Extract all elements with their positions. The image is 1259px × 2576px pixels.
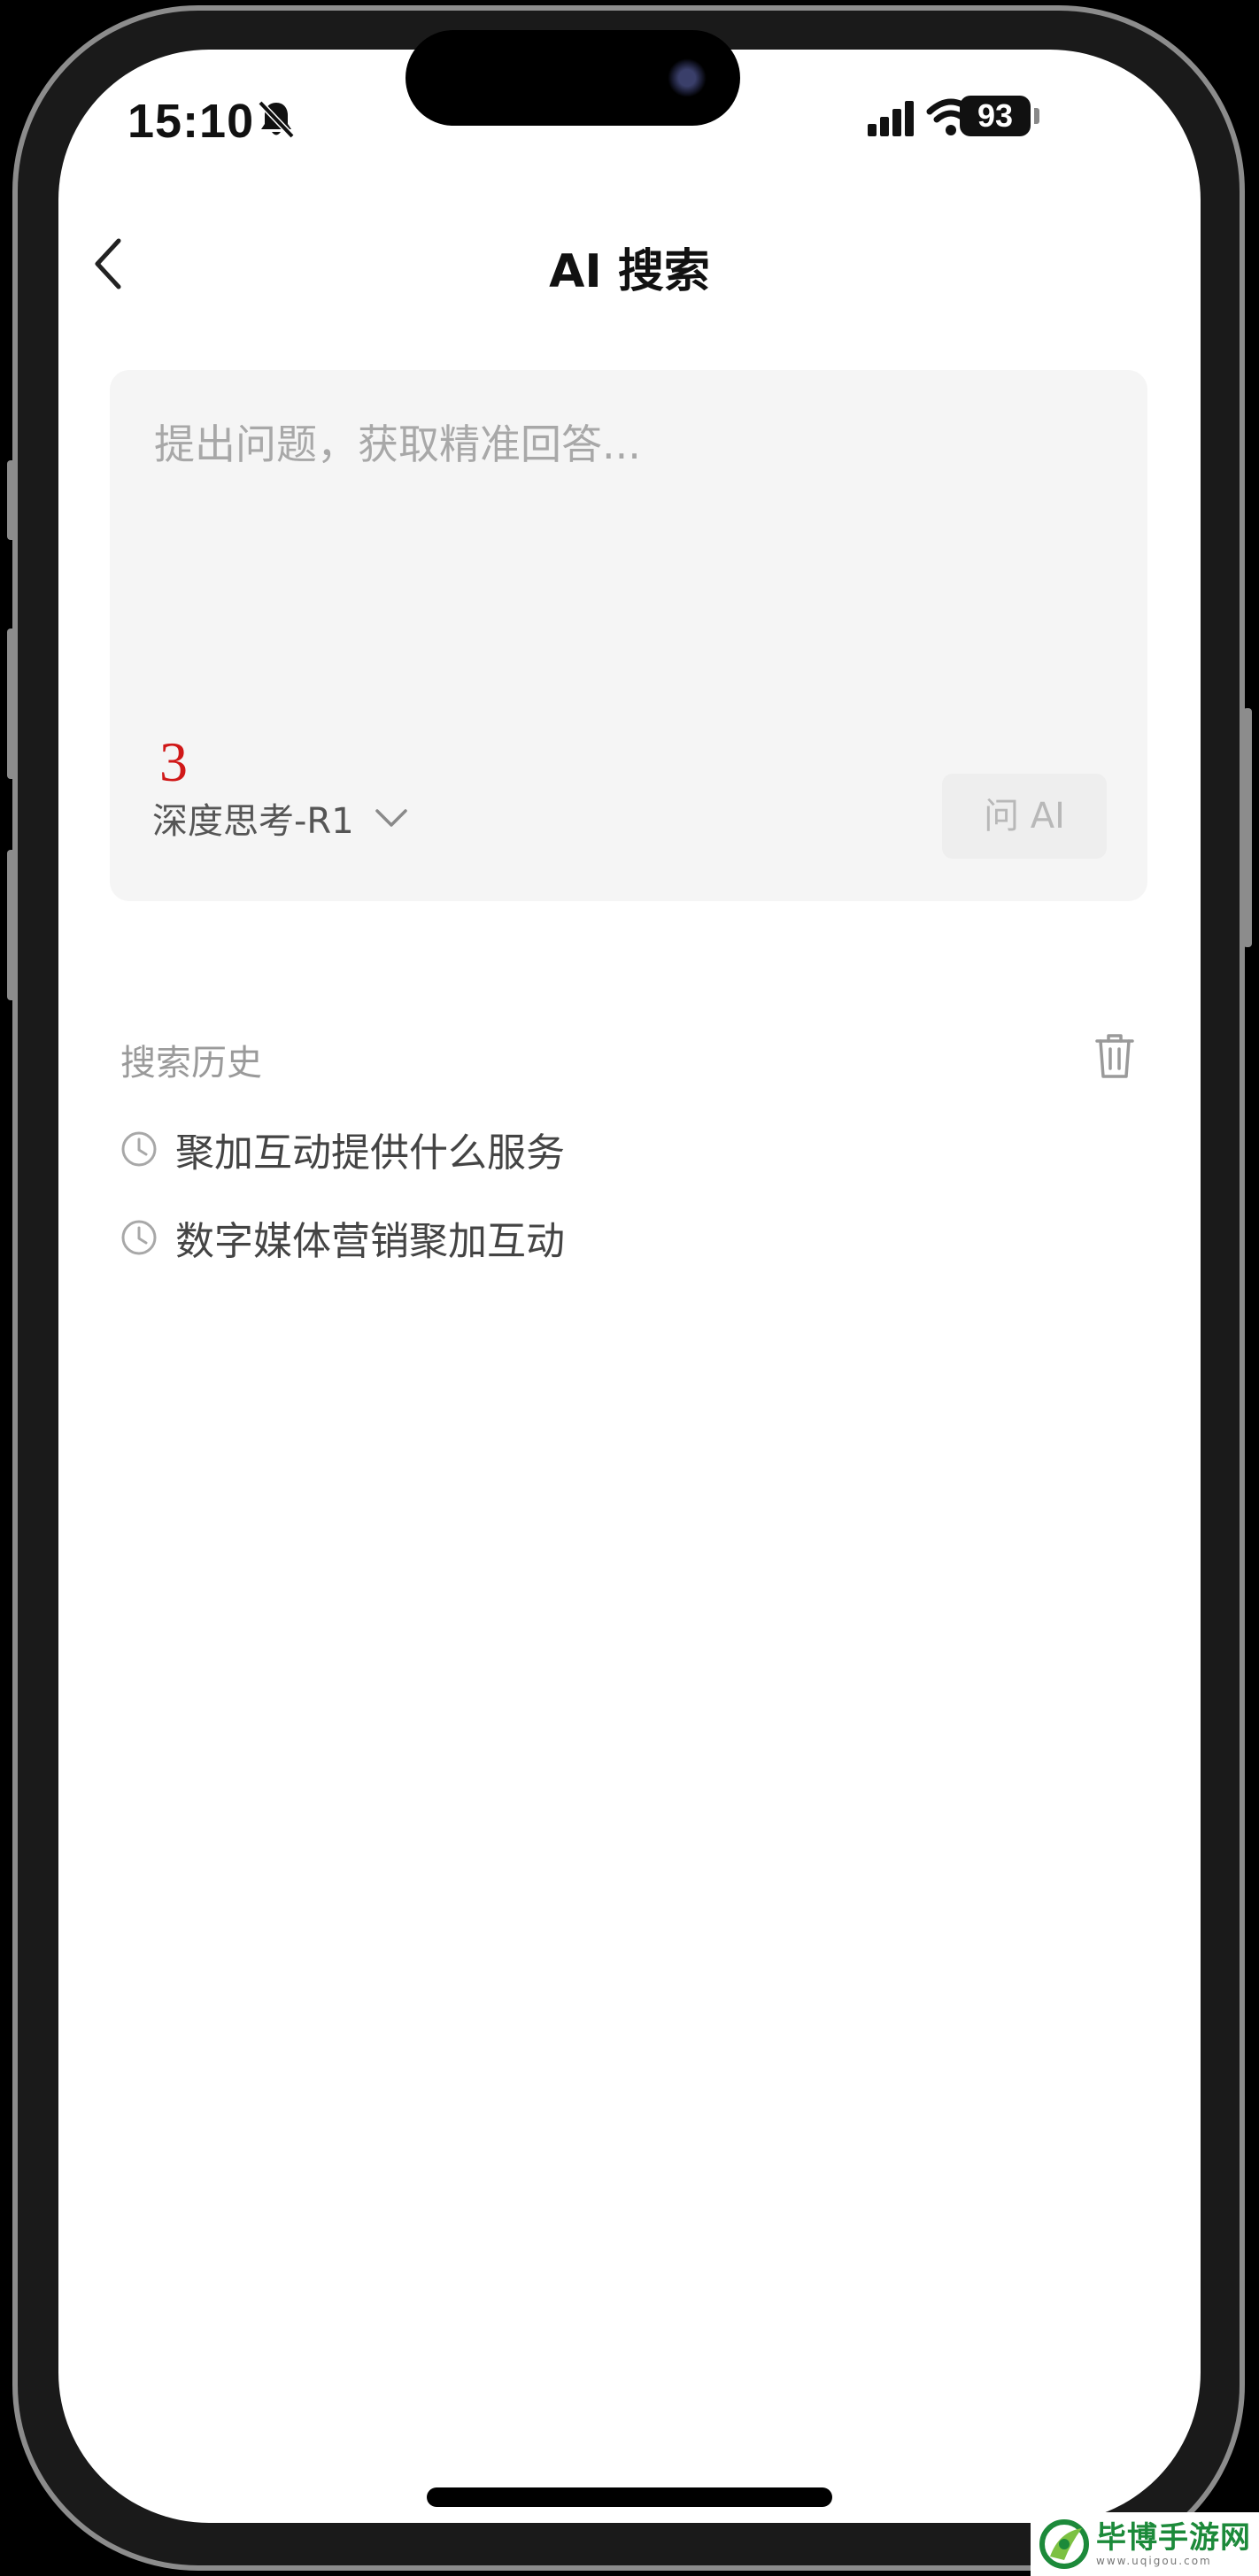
question-input-card[interactable]: 提出问题，获取精准回答... 3 深度思考-R1 问 AI xyxy=(110,370,1147,901)
status-time: 15:10 xyxy=(127,95,255,148)
side-button-silent xyxy=(7,460,16,540)
bell-slash-icon xyxy=(258,100,295,139)
trash-icon[interactable] xyxy=(1094,1032,1135,1080)
annotation-number: 3 xyxy=(159,730,188,793)
chevron-down-icon xyxy=(375,809,407,827)
dynamic-island xyxy=(406,30,740,126)
page-title: AI 搜索 xyxy=(549,245,710,298)
model-label: 深度思考-R1 xyxy=(152,801,354,842)
watermark-url: www.uqigou.com xyxy=(1096,2555,1212,2567)
side-button-volume-down xyxy=(7,850,16,1000)
history-title: 搜索历史 xyxy=(120,1043,262,1084)
battery-icon: 93 xyxy=(960,96,1031,136)
watermark: 毕博手游网 www.uqigou.com xyxy=(1031,2512,1259,2576)
question-input[interactable]: 提出问题，获取精准回答... xyxy=(154,413,641,471)
history-item[interactable]: 数字媒体营销聚加互动 xyxy=(120,1209,565,1266)
watermark-logo-icon xyxy=(1039,2519,1089,2569)
history-item-text: 数字媒体营销聚加互动 xyxy=(175,1219,565,1264)
battery-tip xyxy=(1034,108,1039,124)
signal-icon xyxy=(868,101,914,136)
camera-lens xyxy=(668,58,707,97)
model-selector[interactable]: 深度思考-R1 xyxy=(152,790,409,846)
watermark-title: 毕博手游网 xyxy=(1096,2520,1251,2556)
side-button-volume-up xyxy=(7,629,16,779)
ask-ai-button[interactable]: 问 AI xyxy=(942,774,1107,859)
history-item-text: 聚加互动提供什么服务 xyxy=(175,1130,565,1176)
history-item[interactable]: 聚加互动提供什么服务 xyxy=(120,1121,565,1177)
home-indicator[interactable] xyxy=(427,2487,832,2507)
side-button-power xyxy=(1243,708,1252,947)
clock-icon xyxy=(121,1220,157,1255)
clock-icon xyxy=(121,1131,157,1167)
